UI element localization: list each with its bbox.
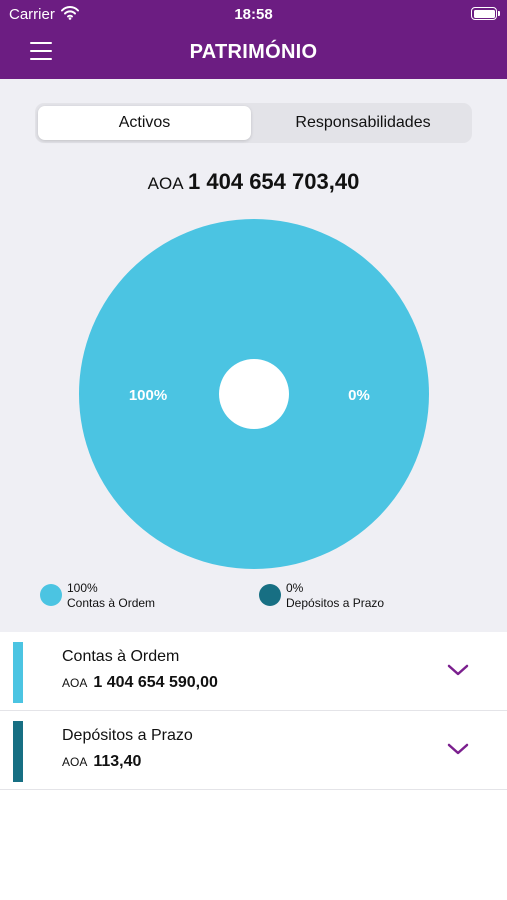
legend-dot — [40, 584, 62, 606]
summary-panel: Activos Responsabilidades AOA 1 404 654 … — [0, 79, 507, 632]
tab-responsabilidades[interactable]: Responsabilidades — [257, 106, 469, 140]
tab-activos[interactable]: Activos — [38, 106, 251, 140]
account-amount: 1 404 654 590,00 — [93, 674, 218, 691]
status-bar: Carrier 18:58 — [0, 0, 507, 28]
pie-label-0: 100% — [129, 387, 167, 404]
battery-icon — [471, 7, 500, 20]
account-row-depositos-prazo[interactable]: Depósitos a Prazo AOA 113,40 — [0, 711, 507, 790]
segmented-control: Activos Responsabilidades — [35, 103, 472, 143]
account-currency: AOA — [62, 755, 88, 769]
pie-label-1: 0% — [348, 387, 370, 404]
page-title: PATRIMÓNIO — [189, 41, 318, 63]
account-name: Depósitos a Prazo — [62, 727, 193, 744]
account-color-bar — [13, 721, 23, 782]
account-currency: AOA — [62, 676, 88, 690]
total-amount: AOA 1 404 654 703,40 — [0, 169, 507, 195]
chevron-down-icon[interactable] — [446, 741, 470, 757]
legend-percent: 100% — [67, 581, 98, 595]
account-amount: 113,40 — [93, 753, 142, 770]
pie-chart: 100% 0% — [79, 219, 429, 569]
chevron-down-icon[interactable] — [446, 662, 470, 678]
account-balance: AOA 1 404 654 590,00 — [62, 674, 218, 692]
pie-center-hole — [219, 359, 289, 429]
total-currency: AOA — [147, 174, 184, 193]
legend-label: Depósitos a Prazo — [286, 596, 385, 610]
account-row-contas-ordem[interactable]: Contas à Ordem AOA 1 404 654 590,00 — [0, 632, 507, 711]
account-name: Contas à Ordem — [62, 648, 180, 665]
legend-dot — [259, 584, 281, 606]
total-value: 1 404 654 703,40 — [188, 169, 360, 194]
account-color-bar — [13, 642, 23, 703]
nav-bar: PATRIMÓNIO — [0, 28, 507, 79]
legend-percent: 0% — [286, 581, 304, 595]
account-balance: AOA 113,40 — [62, 753, 141, 771]
legend-label: Contas à Ordem — [67, 596, 156, 610]
clock: 18:58 — [234, 6, 273, 23]
